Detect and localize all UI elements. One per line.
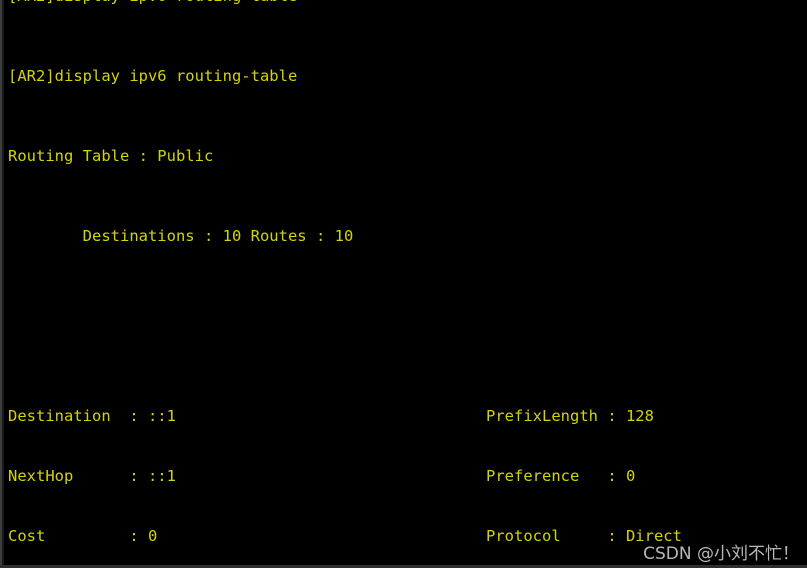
terminal-output-area[interactable]: [AR2]display ipv6 routing-table [AR2]dis… (4, 0, 807, 568)
route-field-preference: Preference : 0 (486, 467, 636, 485)
routing-table-header-line: Routing Table : Public (4, 146, 807, 166)
route-entry-row: Destination : ::1 PrefixLength : 128 (4, 406, 807, 426)
csdn-watermark: CSDN @小刘不忙！ (643, 544, 799, 564)
route-field-cost: Cost : 0 (8, 527, 158, 545)
terminal-lines: [AR2]display ipv6 routing-table Routing … (4, 6, 807, 568)
routing-summary-text: Destinations : 10 Routes : 10 (8, 227, 354, 245)
routing-table-header-text: Routing Table : Public (8, 147, 214, 165)
command-text: [AR2]display ipv6 routing-table (8, 67, 298, 85)
route-entry-row: Cost : 0 Protocol : Direct (4, 526, 807, 546)
route-entry-row: NextHop : ::1 Preference : 0 (4, 466, 807, 486)
terminal-window: [AR2]display ipv6 routing-table [AR2]dis… (0, 0, 807, 568)
routing-summary-line: Destinations : 10 Routes : 10 (4, 226, 807, 246)
route-field-prefixlength: PrefixLength : 128 (486, 407, 654, 425)
command-line: [AR2]display ipv6 routing-table (4, 66, 807, 86)
route-field-destination: Destination : ::1 (8, 407, 176, 425)
route-field-protocol: Protocol : Direct (486, 527, 682, 545)
route-field-nexthop: NextHop : ::1 (8, 467, 176, 485)
